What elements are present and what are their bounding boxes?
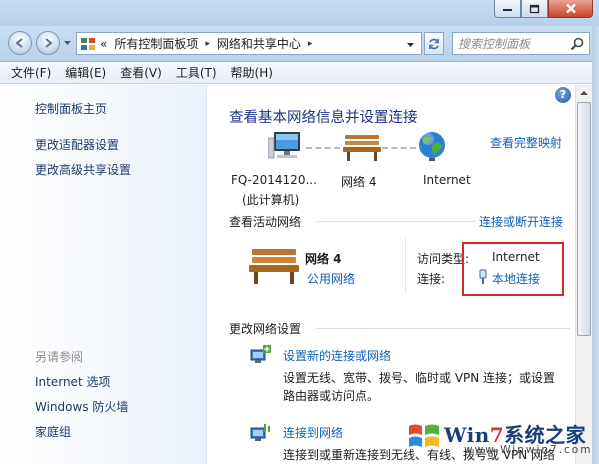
map-connector-line	[306, 147, 340, 149]
maximize-button[interactable]	[521, 0, 548, 18]
close-button[interactable]	[548, 0, 593, 18]
see-full-map-link[interactable]: 查看完整映射	[490, 134, 562, 151]
vertical-scrollbar[interactable]	[575, 85, 592, 464]
map-connector-line	[382, 147, 416, 149]
setup-new-connection-link[interactable]: 设置新的连接或网络	[283, 347, 391, 364]
task-description: 路由器或访问点。	[283, 389, 380, 403]
menu-file[interactable]: 文件(F)	[4, 64, 58, 81]
maximize-icon	[529, 4, 540, 13]
network-bench-icon[interactable]	[342, 132, 382, 162]
highlight-annotation-box	[462, 242, 564, 296]
left-navigation-pane: 控制面板主页 更改适配器设置 更改高级共享设置 另请参阅 Internet 选项…	[0, 85, 207, 464]
active-networks-heading: 查看活动网络	[229, 215, 302, 229]
computer-icon[interactable]	[268, 130, 306, 164]
search-input[interactable]	[453, 33, 563, 54]
computer-name-label: FQ-2014120...	[231, 173, 317, 187]
breadcrumb-overflow[interactable]: «	[100, 37, 107, 51]
see-also-heading: 另请参阅	[35, 350, 84, 364]
breadcrumb-separator[interactable]: ▸	[308, 39, 313, 49]
help-button[interactable]: ?	[555, 87, 571, 103]
internet-label: Internet	[423, 173, 471, 187]
forward-arrow-icon	[45, 38, 53, 48]
menu-edit[interactable]: 编辑(E)	[58, 64, 113, 81]
sidebar-windows-firewall[interactable]: Windows 防火墙	[35, 398, 128, 415]
refresh-icon	[429, 38, 439, 49]
connect-disconnect-link[interactable]: 连接或断开连接	[479, 213, 563, 230]
menu-help[interactable]: 帮助(H)	[224, 64, 280, 81]
sidebar-homegroup[interactable]: 家庭组	[35, 423, 71, 440]
recent-pages-dropdown-icon[interactable]	[63, 38, 72, 47]
forward-button[interactable]	[36, 31, 60, 55]
section-divider	[316, 328, 570, 329]
active-network-bench-icon	[249, 249, 299, 284]
control-panel-icon	[81, 37, 95, 50]
site-watermark: Win7系统之家 www.Winwin7.com	[402, 413, 598, 463]
section-divider	[316, 221, 476, 222]
setup-connection-icon	[250, 345, 271, 363]
menu-bar: 文件(F) 编辑(E) 查看(V) 工具(T) 帮助(H)	[0, 62, 599, 84]
title-bar	[0, 0, 599, 26]
task-description: 设置无线、宽带、拨号、临时或 VPN 连接；或设置	[283, 371, 556, 385]
network-label: 网络 4	[341, 175, 377, 189]
scrollbar-thumb[interactable]	[577, 102, 591, 336]
close-icon	[565, 3, 576, 14]
back-arrow-icon	[15, 38, 23, 48]
network-type-link[interactable]: 公用网络	[307, 270, 355, 287]
sidebar-change-adapter-settings[interactable]: 更改适配器设置	[35, 136, 119, 153]
sidebar-internet-options[interactable]: Internet 选项	[35, 373, 110, 390]
window-frame	[592, 26, 599, 464]
address-dropdown-icon[interactable]	[406, 40, 415, 49]
back-button[interactable]	[8, 31, 32, 55]
connections-label: 连接:	[417, 272, 446, 286]
watermark-url: www.Winwin7.com	[464, 444, 593, 456]
windows-logo-icon	[409, 424, 439, 447]
active-network-name: 网络 4	[305, 252, 342, 266]
navigation-bar: « 所有控制面板项 ▸ 网络和共享中心 ▸	[0, 26, 599, 62]
menu-tools[interactable]: 工具(T)	[169, 64, 224, 81]
breadcrumb-all-control-panel-items[interactable]: 所有控制面板项	[114, 35, 198, 52]
sidebar-control-panel-home[interactable]: 控制面板主页	[35, 100, 107, 117]
scroll-up-icon[interactable]	[579, 89, 589, 97]
search-box	[452, 32, 590, 55]
internet-globe-icon[interactable]	[417, 130, 447, 162]
minimize-icon	[503, 8, 512, 11]
change-network-settings-heading: 更改网络设置	[229, 322, 302, 336]
breadcrumb-network-sharing-center[interactable]: 网络和共享中心	[217, 35, 301, 52]
refresh-button[interactable]	[424, 32, 444, 55]
connect-to-network-icon	[250, 424, 270, 441]
main-content: ? 查看基本网络信息并设置连接 查看完整映射 FQ-2014120... (此计…	[208, 85, 574, 464]
breadcrumb-separator[interactable]: ▸	[205, 39, 210, 49]
address-bar[interactable]: « 所有控制面板项 ▸ 网络和共享中心 ▸	[76, 32, 422, 55]
computer-sub-label: (此计算机)	[242, 193, 300, 207]
connect-to-network-link[interactable]: 连接到网络	[283, 424, 343, 441]
page-title: 查看基本网络信息并设置连接	[229, 110, 418, 126]
sidebar-change-advanced-sharing[interactable]: 更改高级共享设置	[35, 161, 131, 178]
menu-view[interactable]: 查看(V)	[113, 64, 169, 81]
vertical-divider	[405, 238, 406, 294]
window-controls	[494, 0, 593, 18]
minimize-button[interactable]	[494, 0, 521, 18]
search-icon[interactable]	[570, 37, 584, 51]
